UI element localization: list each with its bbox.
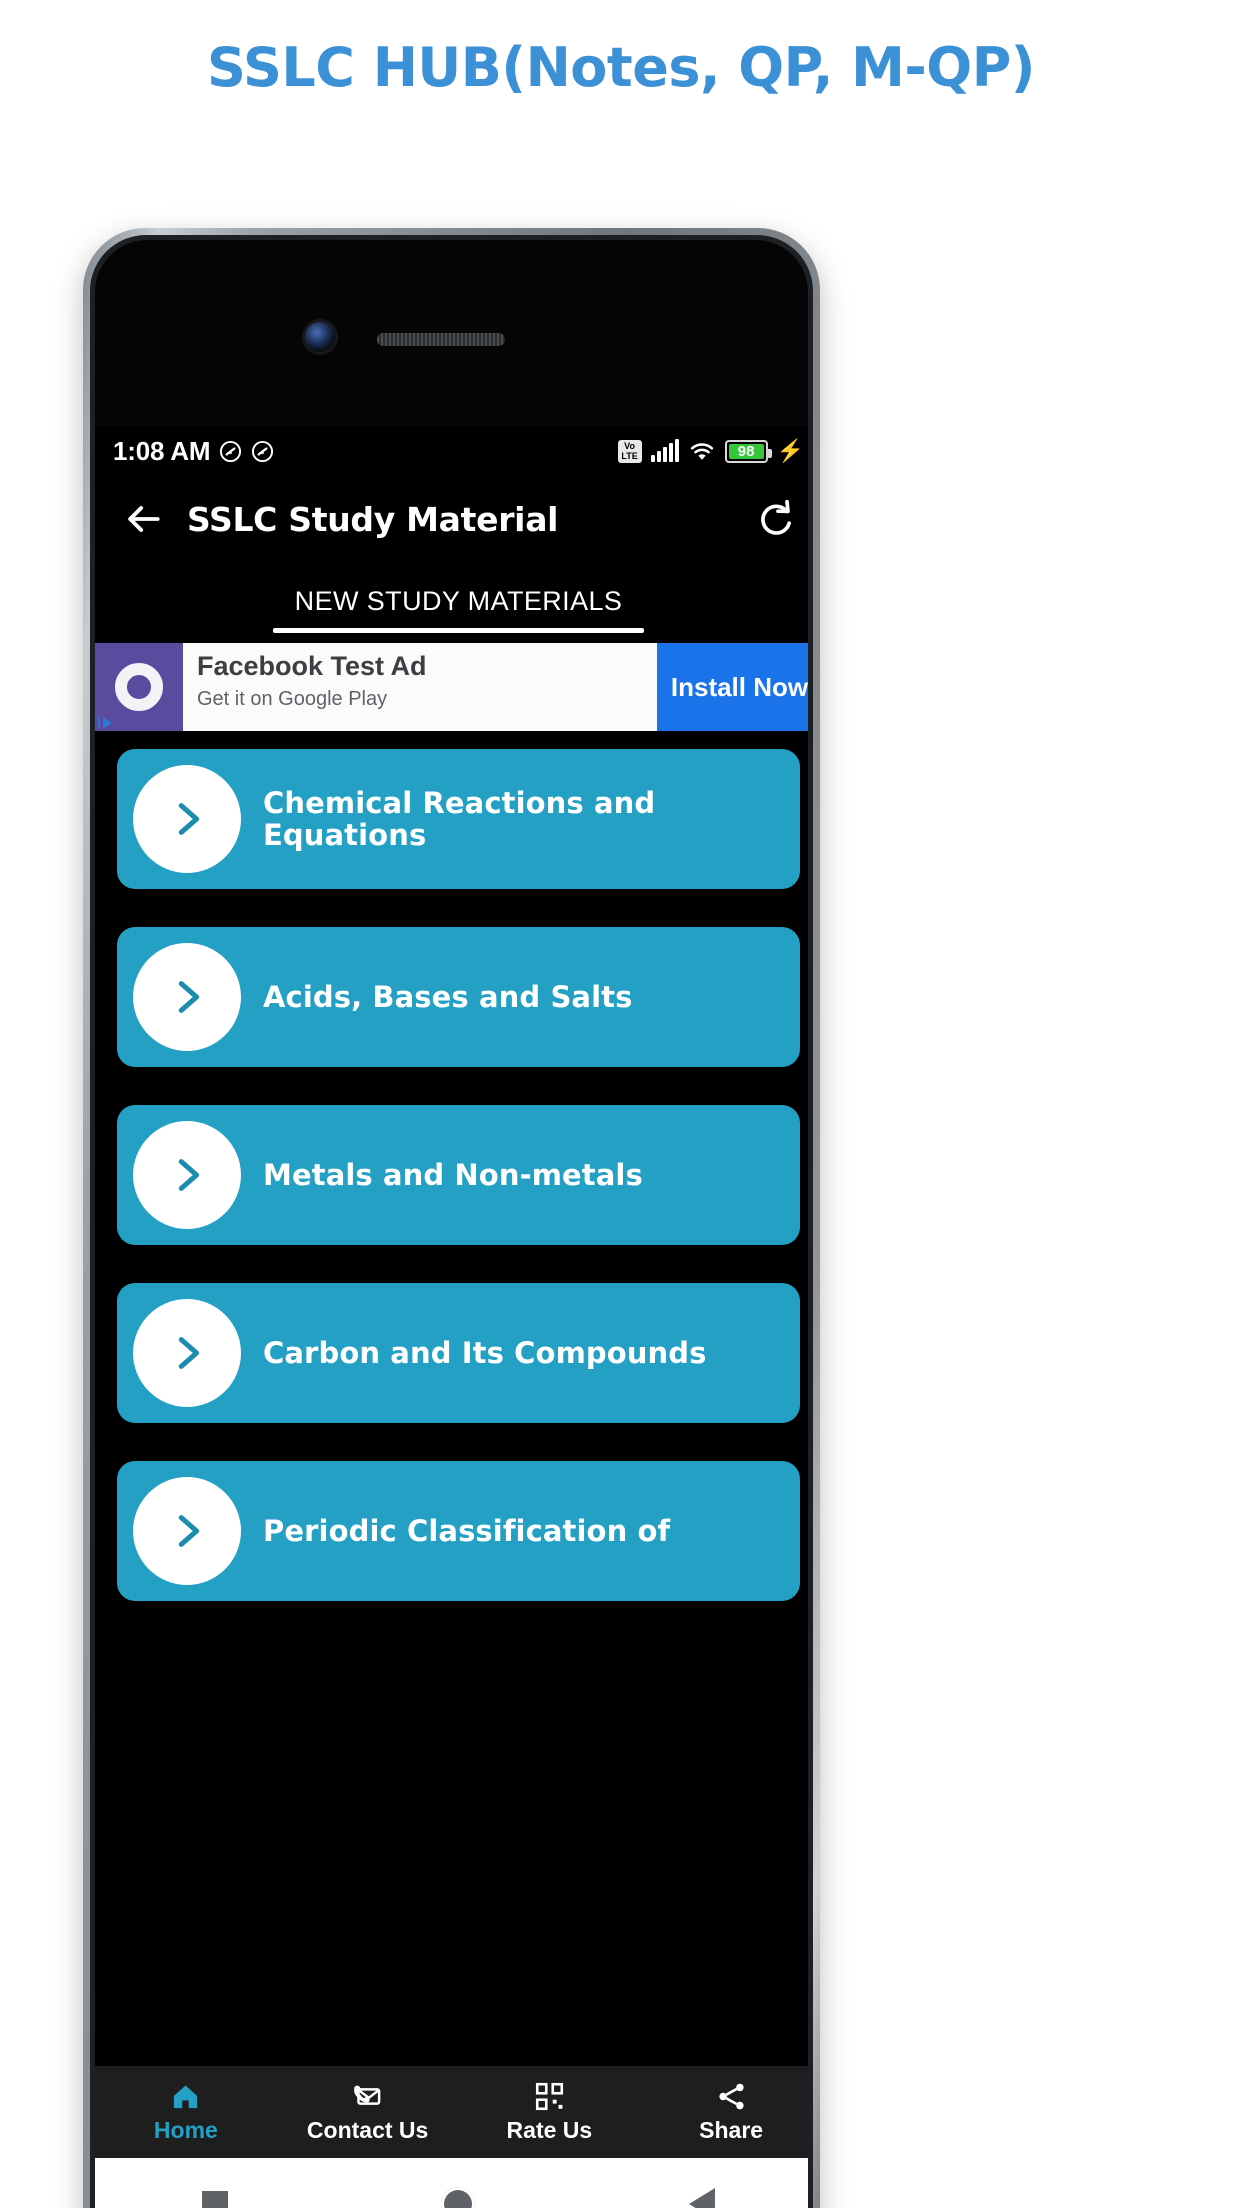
status-time: 1:08 AM: [113, 435, 211, 466]
volte-icon: Vo LTE: [617, 439, 642, 463]
app-bar: SSLC Study Material: [95, 476, 808, 562]
list-item[interactable]: Metals and Non-metals: [117, 1105, 800, 1245]
phone-device-frame: 1:08 AM Vo LTE 98 ⚡ SSLC Study Material …: [83, 228, 820, 2208]
tab-new-study-materials[interactable]: NEW STUDY MATERIALS: [272, 580, 645, 633]
ad-subtitle: Get it on Google Play: [197, 687, 388, 710]
ad-choices-icon[interactable]: i: [97, 714, 113, 731]
back-arrow-icon[interactable]: [121, 497, 165, 541]
share-icon: [718, 2083, 744, 2109]
battery-icon: 98: [724, 439, 772, 463]
chevron-right-icon: [133, 1477, 241, 1585]
android-system-nav: [95, 2158, 808, 2208]
nav-item-rate-us[interactable]: Rate Us: [459, 2081, 641, 2144]
tab-bar: NEW STUDY MATERIALS: [95, 562, 808, 633]
ad-text-body: Facebook Test Ad Get it on Google Play: [183, 643, 657, 731]
list-item[interactable]: Carbon and Its Compounds: [117, 1283, 800, 1423]
tab-label: NEW STUDY MATERIALS: [294, 586, 623, 616]
nav-label: Share: [699, 2116, 764, 2143]
list-item-label: Carbon and Its Compounds: [263, 1335, 707, 1370]
store-headline: SSLC HUB(Notes, QP, M-QP): [207, 36, 1035, 99]
nav-label: Home: [153, 2116, 218, 2143]
qr-rate-icon: [535, 2082, 563, 2110]
wifi-icon: [690, 442, 713, 460]
nav-item-share[interactable]: Share: [640, 2081, 808, 2144]
list-item-label: Metals and Non-metals: [263, 1157, 643, 1192]
square-recents-icon[interactable]: [201, 2191, 228, 2208]
do-not-disturb-icon: [220, 440, 242, 462]
list-item-label: Acids, Bases and Salts: [263, 979, 633, 1014]
front-camera-icon: [305, 322, 335, 352]
nav-item-home[interactable]: Home: [95, 2081, 277, 2144]
volte-line-2: LTE: [621, 451, 638, 461]
list-item-label: Periodic Classification of: [263, 1513, 671, 1548]
list-item[interactable]: Chemical Reactions and Equations: [117, 749, 800, 889]
list-item[interactable]: Acids, Bases and Salts: [117, 927, 800, 1067]
ad-title: Facebook Test Ad: [197, 651, 427, 681]
list-item-label: Chemical Reactions and Equations: [263, 785, 656, 852]
status-bar-right: Vo LTE 98 ⚡: [617, 438, 804, 463]
store-screenshot-page: SSLC HUB(Notes, QP, M-QP) 1:08 AM Vo LTE…: [0, 0, 1242, 2208]
status-bar-left: 1:08 AM: [113, 436, 274, 467]
ad-banner[interactable]: i Facebook Test Ad Get it on Google Play…: [95, 643, 808, 731]
ad-choices-triangle: [103, 716, 113, 729]
ad-logo-ring: [115, 663, 163, 711]
circle-home-icon[interactable]: [441, 2187, 476, 2208]
nav-label: Rate Us: [506, 2116, 593, 2143]
chevron-right-icon: [133, 1121, 241, 1229]
ad-choices-letter: i: [97, 714, 102, 731]
facebook-ad-logo-icon: i: [95, 643, 183, 731]
app-viewport: 1:08 AM Vo LTE 98 ⚡ SSLC Study Material …: [95, 426, 808, 2208]
install-now-button[interactable]: Install Now: [657, 643, 808, 731]
phone-screen: 1:08 AM Vo LTE 98 ⚡ SSLC Study Material …: [95, 240, 808, 2208]
list-item[interactable]: Periodic Classification of: [117, 1461, 800, 1601]
do-not-disturb-icon: [252, 440, 274, 462]
bottom-navigation-bar: Home Contact Us Rate Us Share: [95, 2066, 808, 2158]
earpiece-speaker: [377, 333, 505, 346]
bolt-icon: ⚡: [776, 438, 804, 463]
triangle-back-icon[interactable]: [689, 2188, 716, 2208]
app-title: SSLC Study Material: [187, 499, 559, 539]
refresh-icon[interactable]: [756, 499, 796, 539]
chevron-right-icon: [133, 1299, 241, 1407]
envelope-phone-icon: [354, 2085, 381, 2105]
phone-bezel: 1:08 AM Vo LTE 98 ⚡ SSLC Study Material …: [90, 235, 813, 2208]
nav-item-contact-us[interactable]: Contact Us: [277, 2081, 459, 2144]
battery-percent: 98: [728, 443, 764, 459]
chevron-right-icon: [133, 943, 241, 1051]
nav-label: Contact Us: [306, 2116, 429, 2143]
volte-line-1: Vo: [624, 441, 636, 451]
study-material-list: Chemical Reactions and Equations Acids, …: [95, 731, 808, 1601]
status-bar: 1:08 AM Vo LTE 98 ⚡: [95, 426, 808, 476]
signal-bars-icon: [650, 439, 679, 462]
chevron-right-icon: [133, 765, 241, 873]
home-icon: [174, 2085, 198, 2108]
